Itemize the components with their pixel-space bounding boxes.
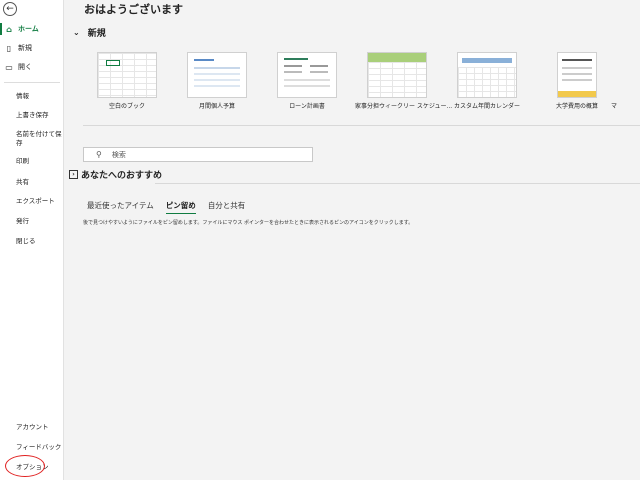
template-thumbnail <box>97 52 157 98</box>
sidebar-item-label: 新規 <box>18 44 32 52</box>
template-label: マ <box>611 103 618 110</box>
search-input[interactable]: ⚲ 検索 <box>83 147 313 162</box>
sidebar-item-label: 開く <box>18 63 32 71</box>
backstage-sidebar: ← ⌂ ホーム ▯ 新規 ▭ 開く 情報 上書き保存 名前を付けて保存 印刷 共… <box>0 0 64 480</box>
sidebar-item-open[interactable]: ▭ 開く <box>0 58 64 76</box>
chevron-right-icon: › <box>69 170 78 179</box>
template-annual-calendar[interactable]: カスタム年間カレンダー <box>445 52 529 110</box>
sidebar-item-save[interactable]: 上書き保存 <box>16 111 62 120</box>
template-thumbnail <box>277 52 337 98</box>
template-label: ローン計画書 <box>289 103 325 110</box>
template-loan-calculator[interactable]: ローン計画書 <box>265 52 349 110</box>
sidebar-item-label: ホーム <box>18 25 39 33</box>
template-label: 空白のブック <box>108 103 145 110</box>
recommended-header[interactable]: › あなたへのおすすめ <box>69 168 162 181</box>
template-chore-schedule[interactable]: 家事分担ウィークリー スケジュー... <box>355 52 453 110</box>
sidebar-divider <box>4 82 60 83</box>
back-arrow-icon[interactable]: ← <box>3 2 17 16</box>
sidebar-item-account[interactable]: アカウント <box>16 423 62 432</box>
sidebar-item-share[interactable]: 共有 <box>16 178 62 187</box>
search-icon: ⚲ <box>96 150 102 159</box>
recommended-label: あなたへのおすすめ <box>81 171 163 181</box>
chevron-down-icon: ⌄ <box>73 28 80 37</box>
sidebar-item-feedback[interactable]: フィードバック <box>16 443 62 452</box>
template-label: カスタム年間カレンダー <box>453 103 520 110</box>
file-tabs: 最近使ったアイテム ピン留め 自分と共有 <box>87 200 257 214</box>
template-label: 大学費用の概算 <box>555 103 598 110</box>
sidebar-item-close[interactable]: 閉じる <box>16 237 62 246</box>
search-placeholder: 検索 <box>111 150 126 159</box>
new-section-label: 新規 <box>87 29 106 39</box>
sidebar-item-new[interactable]: ▯ 新規 <box>0 39 64 57</box>
template-partial[interactable]: マ <box>611 101 640 110</box>
pinned-hint-text: 後で見つけやすいようにファイルをピン留めします。ファイルにマウス ポインターを合… <box>83 220 414 226</box>
template-blank-workbook[interactable]: 空白のブック <box>85 52 169 110</box>
page-title: おはようございます <box>84 3 183 16</box>
section-divider <box>83 125 640 126</box>
tab-pinned[interactable]: ピン留め <box>165 200 196 214</box>
folder-icon: ▭ <box>5 62 13 72</box>
main-content: おはようございます ⌄ 新規 空白のブック 月間個人予算 ローン計画書 家事分担… <box>65 0 640 480</box>
recommended-divider <box>155 183 640 184</box>
sidebar-item-home[interactable]: ⌂ ホーム <box>0 20 64 38</box>
template-thumbnail <box>457 52 517 98</box>
sidebar-item-save-as[interactable]: 名前を付けて保存 <box>16 130 62 148</box>
sidebar-item-publish[interactable]: 発行 <box>16 217 62 226</box>
template-thumbnail <box>187 52 247 98</box>
home-icon: ⌂ <box>6 24 12 34</box>
tab-shared-with-me[interactable]: 自分と共有 <box>208 200 246 214</box>
template-monthly-budget[interactable]: 月間個人予算 <box>175 52 259 110</box>
template-thumbnail <box>367 52 427 98</box>
new-file-icon: ▯ <box>6 43 12 53</box>
template-label: 家事分担ウィークリー スケジュー... <box>355 103 453 110</box>
annotation-circle <box>5 455 45 477</box>
template-thumbnail <box>557 52 597 98</box>
template-college-costs[interactable]: 大学費用の概算 <box>535 52 619 110</box>
tab-recent[interactable]: 最近使ったアイテム <box>87 200 154 214</box>
new-section-header[interactable]: ⌄ 新規 <box>73 26 106 39</box>
sidebar-item-export[interactable]: エクスポート <box>16 197 62 206</box>
sidebar-item-print[interactable]: 印刷 <box>16 157 62 166</box>
sidebar-item-info[interactable]: 情報 <box>16 92 62 101</box>
template-label: 月間個人予算 <box>198 103 235 110</box>
